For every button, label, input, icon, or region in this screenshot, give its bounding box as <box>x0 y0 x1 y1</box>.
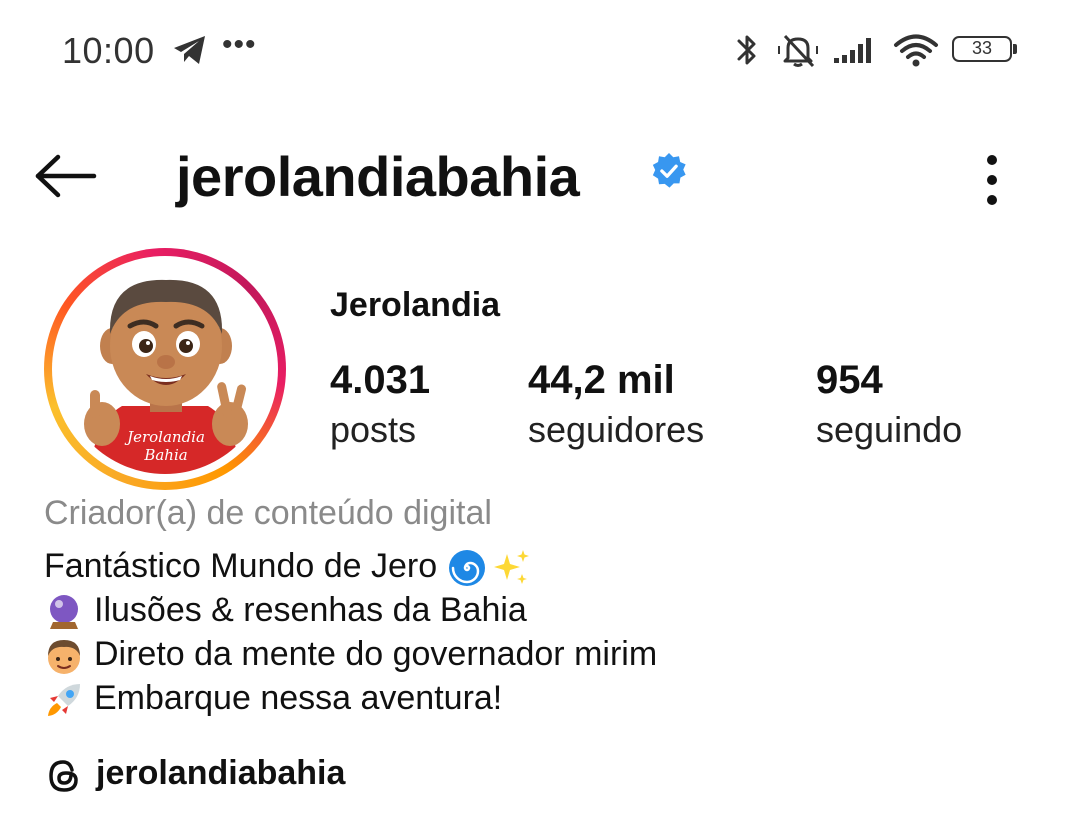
avatar-shirt-line2: Bahia <box>143 446 187 464</box>
stat-posts[interactable]: 4.031 posts <box>330 356 430 456</box>
display-name: Jerolandia <box>330 286 501 324</box>
bio-line: Ilusões & resenhas da Bahia <box>44 588 657 632</box>
avatar[interactable]: Jerolandia Bahia <box>60 264 270 474</box>
muted-bell-icon <box>778 34 818 68</box>
bio-line: Fantástico Mundo de Jero <box>44 544 657 588</box>
rocket-icon <box>48 684 80 717</box>
posts-label: posts <box>330 409 417 450</box>
bio-text: Embarque nessa aventura! <box>94 679 503 718</box>
profile-header: jerolandiabahia <box>0 130 1080 220</box>
profile-bio: Fantástico Mundo de Jero Ilusões & resen… <box>44 544 657 720</box>
bio-line: Direto da mente do governador mirim <box>44 632 657 676</box>
verified-badge-icon[interactable] <box>650 152 688 190</box>
battery-level: 33 <box>971 38 993 58</box>
profile-username: jerolandiabahia <box>176 145 580 208</box>
telegram-icon <box>174 36 205 64</box>
battery-icon: 33 <box>952 36 1017 62</box>
more-options-icon[interactable] <box>976 148 1008 212</box>
profile-category: Criador(a) de conteúdo digital <box>44 494 492 532</box>
threads-handle: jerolandiabahia <box>96 754 346 792</box>
bio-line: Embarque nessa aventura! <box>44 676 657 720</box>
bio-text: Ilusões & resenhas da Bahia <box>94 591 527 630</box>
avatar-story-ring[interactable]: Jerolandia Bahia <box>44 248 286 490</box>
stat-following[interactable]: 954 seguindo <box>816 356 962 456</box>
wifi-icon <box>894 34 938 67</box>
followers-label: seguidores <box>528 409 705 450</box>
avatar-illustration: Jerolandia Bahia <box>60 264 270 474</box>
posts-count: 4.031 <box>330 358 431 402</box>
following-label: seguindo <box>816 409 963 450</box>
signal-icon <box>834 38 871 63</box>
back-arrow-icon[interactable] <box>34 154 98 198</box>
crystal-ball-icon <box>50 595 78 630</box>
status-bar: 10:00 ••• 33 <box>0 0 1080 100</box>
avatar-shirt-line1: Jerolandia <box>124 428 205 446</box>
more-notifications-icon: ••• <box>222 28 257 61</box>
bluetooth-icon <box>737 35 756 65</box>
followers-count: 44,2 mil <box>528 358 675 402</box>
bio-text: Fantástico Mundo de Jero <box>44 547 438 585</box>
status-time: 10:00 <box>62 30 155 71</box>
boy-icon <box>48 640 80 675</box>
threads-icon <box>49 760 78 792</box>
stat-followers[interactable]: 44,2 mil seguidores <box>528 356 704 456</box>
following-count: 954 <box>816 358 883 402</box>
spiral-sparkles-icon <box>449 550 530 587</box>
bio-text: Direto da mente do governador mirim <box>94 635 658 674</box>
avatar-frame: Jerolandia Bahia <box>52 256 278 482</box>
